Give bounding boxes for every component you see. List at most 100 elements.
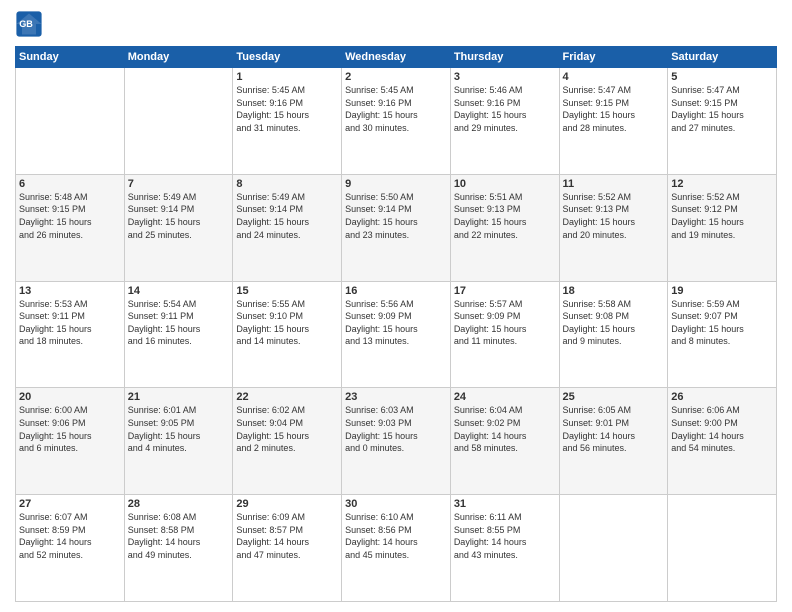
- calendar-table: SundayMondayTuesdayWednesdayThursdayFrid…: [15, 46, 777, 602]
- day-number: 16: [345, 285, 447, 297]
- weekday-header-monday: Monday: [124, 47, 233, 68]
- day-cell: [16, 68, 125, 175]
- day-number: 30: [345, 498, 447, 510]
- day-cell: 4Sunrise: 5:47 AM Sunset: 9:15 PM Daylig…: [559, 68, 668, 175]
- day-number: 5: [671, 71, 773, 83]
- day-number: 18: [563, 285, 665, 297]
- day-info: Sunrise: 5:53 AM Sunset: 9:11 PM Dayligh…: [19, 298, 121, 348]
- day-number: 25: [563, 391, 665, 403]
- day-cell: 29Sunrise: 6:09 AM Sunset: 8:57 PM Dayli…: [233, 495, 342, 602]
- day-info: Sunrise: 5:49 AM Sunset: 9:14 PM Dayligh…: [236, 191, 338, 241]
- week-row-3: 13Sunrise: 5:53 AM Sunset: 9:11 PM Dayli…: [16, 281, 777, 388]
- day-number: 8: [236, 178, 338, 190]
- day-number: 17: [454, 285, 556, 297]
- day-number: 3: [454, 71, 556, 83]
- day-info: Sunrise: 6:11 AM Sunset: 8:55 PM Dayligh…: [454, 511, 556, 561]
- day-number: 12: [671, 178, 773, 190]
- day-info: Sunrise: 5:48 AM Sunset: 9:15 PM Dayligh…: [19, 191, 121, 241]
- day-cell: 22Sunrise: 6:02 AM Sunset: 9:04 PM Dayli…: [233, 388, 342, 495]
- day-cell: 2Sunrise: 5:45 AM Sunset: 9:16 PM Daylig…: [342, 68, 451, 175]
- day-cell: 17Sunrise: 5:57 AM Sunset: 9:09 PM Dayli…: [450, 281, 559, 388]
- day-info: Sunrise: 5:55 AM Sunset: 9:10 PM Dayligh…: [236, 298, 338, 348]
- header: GB: [15, 10, 777, 38]
- day-number: 22: [236, 391, 338, 403]
- day-info: Sunrise: 5:54 AM Sunset: 9:11 PM Dayligh…: [128, 298, 230, 348]
- day-number: 27: [19, 498, 121, 510]
- day-info: Sunrise: 6:08 AM Sunset: 8:58 PM Dayligh…: [128, 511, 230, 561]
- day-cell: 19Sunrise: 5:59 AM Sunset: 9:07 PM Dayli…: [668, 281, 777, 388]
- day-info: Sunrise: 6:01 AM Sunset: 9:05 PM Dayligh…: [128, 404, 230, 454]
- day-cell: 3Sunrise: 5:46 AM Sunset: 9:16 PM Daylig…: [450, 68, 559, 175]
- day-info: Sunrise: 5:58 AM Sunset: 9:08 PM Dayligh…: [563, 298, 665, 348]
- page: GB SundayMondayTuesdayWednesdayThursdayF…: [0, 0, 792, 612]
- week-row-2: 6Sunrise: 5:48 AM Sunset: 9:15 PM Daylig…: [16, 174, 777, 281]
- week-row-4: 20Sunrise: 6:00 AM Sunset: 9:06 PM Dayli…: [16, 388, 777, 495]
- day-cell: 11Sunrise: 5:52 AM Sunset: 9:13 PM Dayli…: [559, 174, 668, 281]
- day-number: 13: [19, 285, 121, 297]
- day-cell: 6Sunrise: 5:48 AM Sunset: 9:15 PM Daylig…: [16, 174, 125, 281]
- day-cell: 25Sunrise: 6:05 AM Sunset: 9:01 PM Dayli…: [559, 388, 668, 495]
- day-cell: 14Sunrise: 5:54 AM Sunset: 9:11 PM Dayli…: [124, 281, 233, 388]
- logo: GB: [15, 10, 45, 38]
- day-cell: 24Sunrise: 6:04 AM Sunset: 9:02 PM Dayli…: [450, 388, 559, 495]
- day-number: 9: [345, 178, 447, 190]
- day-cell: 26Sunrise: 6:06 AM Sunset: 9:00 PM Dayli…: [668, 388, 777, 495]
- day-info: Sunrise: 5:45 AM Sunset: 9:16 PM Dayligh…: [345, 84, 447, 134]
- day-cell: 18Sunrise: 5:58 AM Sunset: 9:08 PM Dayli…: [559, 281, 668, 388]
- day-info: Sunrise: 5:52 AM Sunset: 9:13 PM Dayligh…: [563, 191, 665, 241]
- day-info: Sunrise: 5:47 AM Sunset: 9:15 PM Dayligh…: [563, 84, 665, 134]
- day-cell: [559, 495, 668, 602]
- day-info: Sunrise: 6:10 AM Sunset: 8:56 PM Dayligh…: [345, 511, 447, 561]
- day-cell: [668, 495, 777, 602]
- day-number: 28: [128, 498, 230, 510]
- day-cell: 8Sunrise: 5:49 AM Sunset: 9:14 PM Daylig…: [233, 174, 342, 281]
- weekday-header-wednesday: Wednesday: [342, 47, 451, 68]
- day-cell: 16Sunrise: 5:56 AM Sunset: 9:09 PM Dayli…: [342, 281, 451, 388]
- day-number: 31: [454, 498, 556, 510]
- logo-icon: GB: [15, 10, 43, 38]
- day-info: Sunrise: 6:09 AM Sunset: 8:57 PM Dayligh…: [236, 511, 338, 561]
- day-cell: 23Sunrise: 6:03 AM Sunset: 9:03 PM Dayli…: [342, 388, 451, 495]
- day-cell: 20Sunrise: 6:00 AM Sunset: 9:06 PM Dayli…: [16, 388, 125, 495]
- day-info: Sunrise: 6:00 AM Sunset: 9:06 PM Dayligh…: [19, 404, 121, 454]
- day-number: 23: [345, 391, 447, 403]
- day-number: 1: [236, 71, 338, 83]
- day-info: Sunrise: 6:03 AM Sunset: 9:03 PM Dayligh…: [345, 404, 447, 454]
- day-info: Sunrise: 5:57 AM Sunset: 9:09 PM Dayligh…: [454, 298, 556, 348]
- day-info: Sunrise: 5:56 AM Sunset: 9:09 PM Dayligh…: [345, 298, 447, 348]
- day-number: 20: [19, 391, 121, 403]
- day-info: Sunrise: 6:07 AM Sunset: 8:59 PM Dayligh…: [19, 511, 121, 561]
- day-info: Sunrise: 6:05 AM Sunset: 9:01 PM Dayligh…: [563, 404, 665, 454]
- day-info: Sunrise: 5:45 AM Sunset: 9:16 PM Dayligh…: [236, 84, 338, 134]
- day-number: 11: [563, 178, 665, 190]
- day-cell: 10Sunrise: 5:51 AM Sunset: 9:13 PM Dayli…: [450, 174, 559, 281]
- day-info: Sunrise: 6:06 AM Sunset: 9:00 PM Dayligh…: [671, 404, 773, 454]
- weekday-header-friday: Friday: [559, 47, 668, 68]
- day-cell: 31Sunrise: 6:11 AM Sunset: 8:55 PM Dayli…: [450, 495, 559, 602]
- day-number: 24: [454, 391, 556, 403]
- week-row-1: 1Sunrise: 5:45 AM Sunset: 9:16 PM Daylig…: [16, 68, 777, 175]
- day-info: Sunrise: 6:02 AM Sunset: 9:04 PM Dayligh…: [236, 404, 338, 454]
- day-number: 7: [128, 178, 230, 190]
- day-number: 4: [563, 71, 665, 83]
- day-number: 21: [128, 391, 230, 403]
- day-cell: 15Sunrise: 5:55 AM Sunset: 9:10 PM Dayli…: [233, 281, 342, 388]
- weekday-header-sunday: Sunday: [16, 47, 125, 68]
- day-info: Sunrise: 5:46 AM Sunset: 9:16 PM Dayligh…: [454, 84, 556, 134]
- day-number: 6: [19, 178, 121, 190]
- weekday-header-saturday: Saturday: [668, 47, 777, 68]
- day-cell: [124, 68, 233, 175]
- day-number: 2: [345, 71, 447, 83]
- day-info: Sunrise: 6:04 AM Sunset: 9:02 PM Dayligh…: [454, 404, 556, 454]
- day-info: Sunrise: 5:59 AM Sunset: 9:07 PM Dayligh…: [671, 298, 773, 348]
- svg-text:GB: GB: [19, 19, 33, 29]
- day-cell: 12Sunrise: 5:52 AM Sunset: 9:12 PM Dayli…: [668, 174, 777, 281]
- day-number: 15: [236, 285, 338, 297]
- day-info: Sunrise: 5:49 AM Sunset: 9:14 PM Dayligh…: [128, 191, 230, 241]
- day-cell: 5Sunrise: 5:47 AM Sunset: 9:15 PM Daylig…: [668, 68, 777, 175]
- day-number: 26: [671, 391, 773, 403]
- day-cell: 7Sunrise: 5:49 AM Sunset: 9:14 PM Daylig…: [124, 174, 233, 281]
- weekday-header-tuesday: Tuesday: [233, 47, 342, 68]
- day-cell: 30Sunrise: 6:10 AM Sunset: 8:56 PM Dayli…: [342, 495, 451, 602]
- weekday-header-row: SundayMondayTuesdayWednesdayThursdayFrid…: [16, 47, 777, 68]
